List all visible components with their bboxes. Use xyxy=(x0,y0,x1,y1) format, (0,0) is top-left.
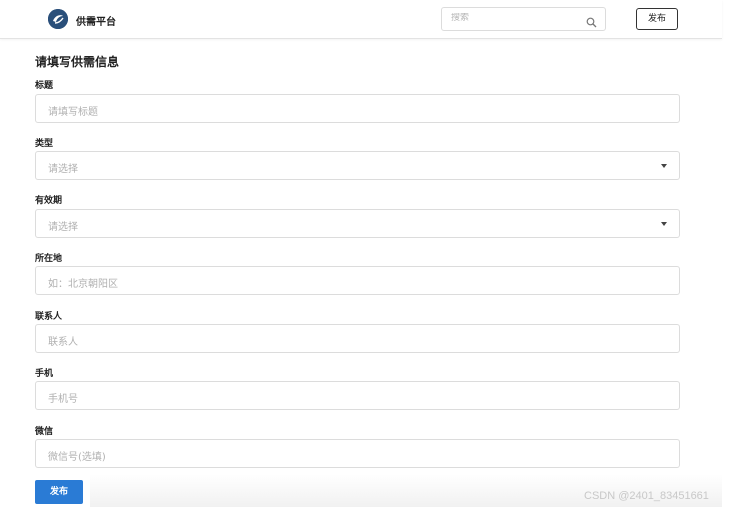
contact-input[interactable]: 联系人 xyxy=(35,324,680,353)
watermark-text: CSDN @2401_83451661 xyxy=(584,490,709,502)
location-input[interactable]: 如：北京朝阳区 xyxy=(35,266,680,295)
type-select[interactable]: 请选择 xyxy=(35,151,680,180)
type-placeholder: 请选择 xyxy=(48,164,78,175)
top-navbar: 供需平台 发布 xyxy=(0,0,722,39)
label-contact: 联系人 xyxy=(35,312,63,322)
title-placeholder: 请填写标题 xyxy=(48,107,98,118)
search-icon[interactable] xyxy=(586,13,597,32)
phone-placeholder: 手机号 xyxy=(48,394,78,405)
chevron-down-icon[interactable] xyxy=(661,164,667,168)
label-phone: 手机 xyxy=(35,369,54,379)
brand-title[interactable]: 供需平台 xyxy=(76,13,116,28)
title-input[interactable]: 请填写标题 xyxy=(35,94,680,123)
search-box[interactable] xyxy=(441,7,606,31)
validity-select[interactable]: 请选择 xyxy=(35,209,680,238)
wechat-input[interactable]: 微信号(选填) xyxy=(35,439,680,468)
location-placeholder: 如：北京朝阳区 xyxy=(48,279,118,290)
contact-placeholder: 联系人 xyxy=(48,337,78,348)
label-validity: 有效期 xyxy=(35,196,63,206)
chevron-down-icon[interactable] xyxy=(661,222,667,226)
phone-input[interactable]: 手机号 xyxy=(35,381,680,410)
publish-button-header[interactable]: 发布 xyxy=(636,8,678,30)
form-title: 请填写供需信息 xyxy=(35,55,120,69)
validity-placeholder: 请选择 xyxy=(48,222,78,233)
logo-icon[interactable] xyxy=(48,9,68,29)
label-type: 类型 xyxy=(35,139,54,149)
label-location: 所在地 xyxy=(35,254,63,264)
label-title: 标题 xyxy=(35,81,54,91)
submit-button[interactable]: 发布 xyxy=(35,480,83,504)
label-wechat: 微信 xyxy=(35,427,54,437)
search-input[interactable] xyxy=(451,13,581,23)
wechat-placeholder: 微信号(选填) xyxy=(48,452,106,463)
